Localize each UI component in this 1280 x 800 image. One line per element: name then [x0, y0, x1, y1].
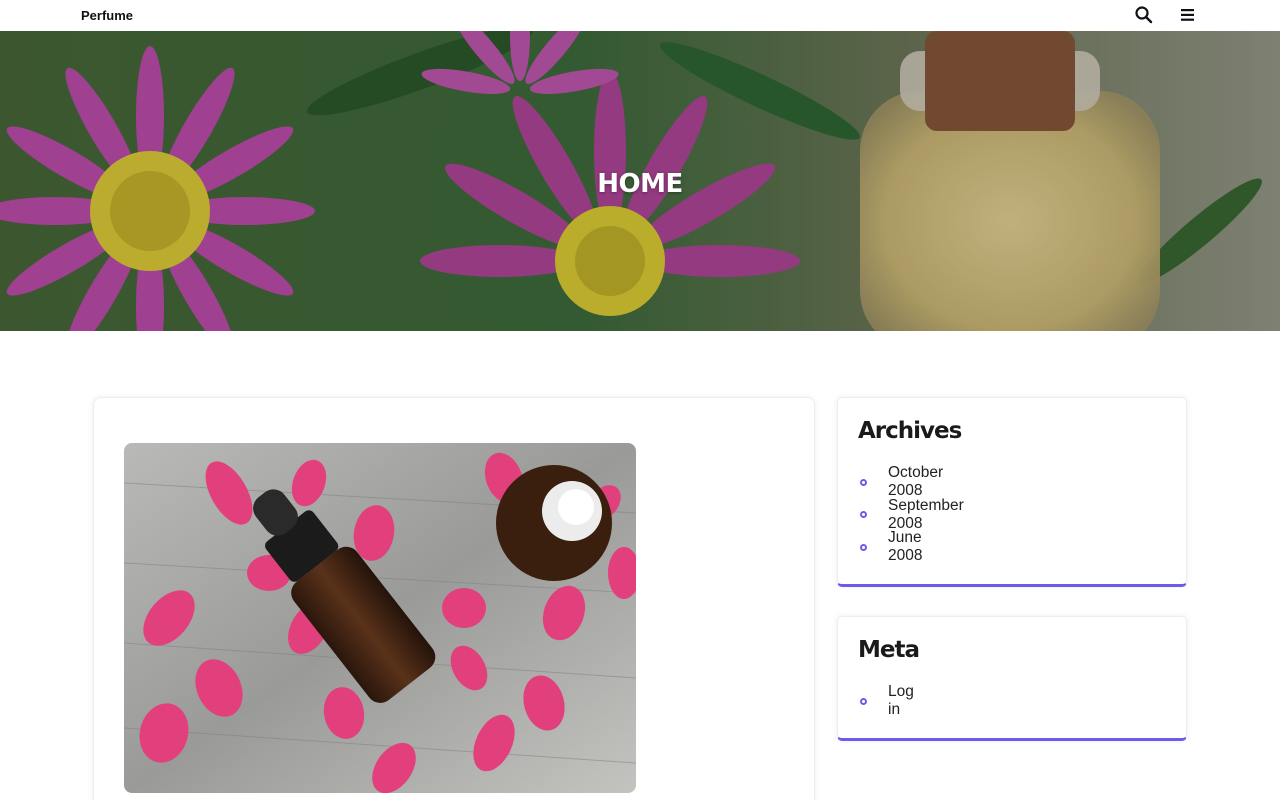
meta-item-log-in: Log in [858, 683, 914, 718]
bullet-icon [860, 511, 867, 519]
archive-link-october-2008[interactable]: October 2008 [888, 464, 943, 500]
archive-item-september-2008: September 2008 [858, 497, 964, 532]
archives-widget: Archives October 2008 September 2008 Jun… [837, 397, 1187, 587]
archive-item-october-2008: October 2008 [858, 464, 943, 499]
meta-list: Log in [858, 683, 914, 718]
bullet-icon [860, 543, 867, 551]
site-title[interactable]: Perfume [81, 8, 133, 23]
archive-item-june-2008: June 2008 [858, 529, 922, 564]
archives-widget-title: Archives [858, 418, 962, 444]
hero-banner: HOME [0, 31, 1280, 331]
search-icon[interactable] [1134, 5, 1154, 25]
archive-link-september-2008[interactable]: September 2008 [888, 497, 964, 533]
bullet-icon [860, 697, 867, 705]
archives-list: October 2008 September 2008 June 2008 [858, 464, 964, 564]
meta-widget-title: Meta [858, 637, 920, 663]
bullet-icon [860, 478, 867, 486]
archive-link-june-2008[interactable]: June 2008 [888, 529, 922, 565]
top-navbar: Perfume [0, 0, 1280, 31]
post-featured-image[interactable] [124, 443, 636, 793]
log-in-link[interactable]: Log in [888, 683, 914, 719]
page-title: HOME [597, 169, 683, 199]
meta-widget: Meta Log in [837, 616, 1187, 741]
post-card [93, 397, 815, 800]
hamburger-menu-icon[interactable] [1179, 5, 1197, 25]
